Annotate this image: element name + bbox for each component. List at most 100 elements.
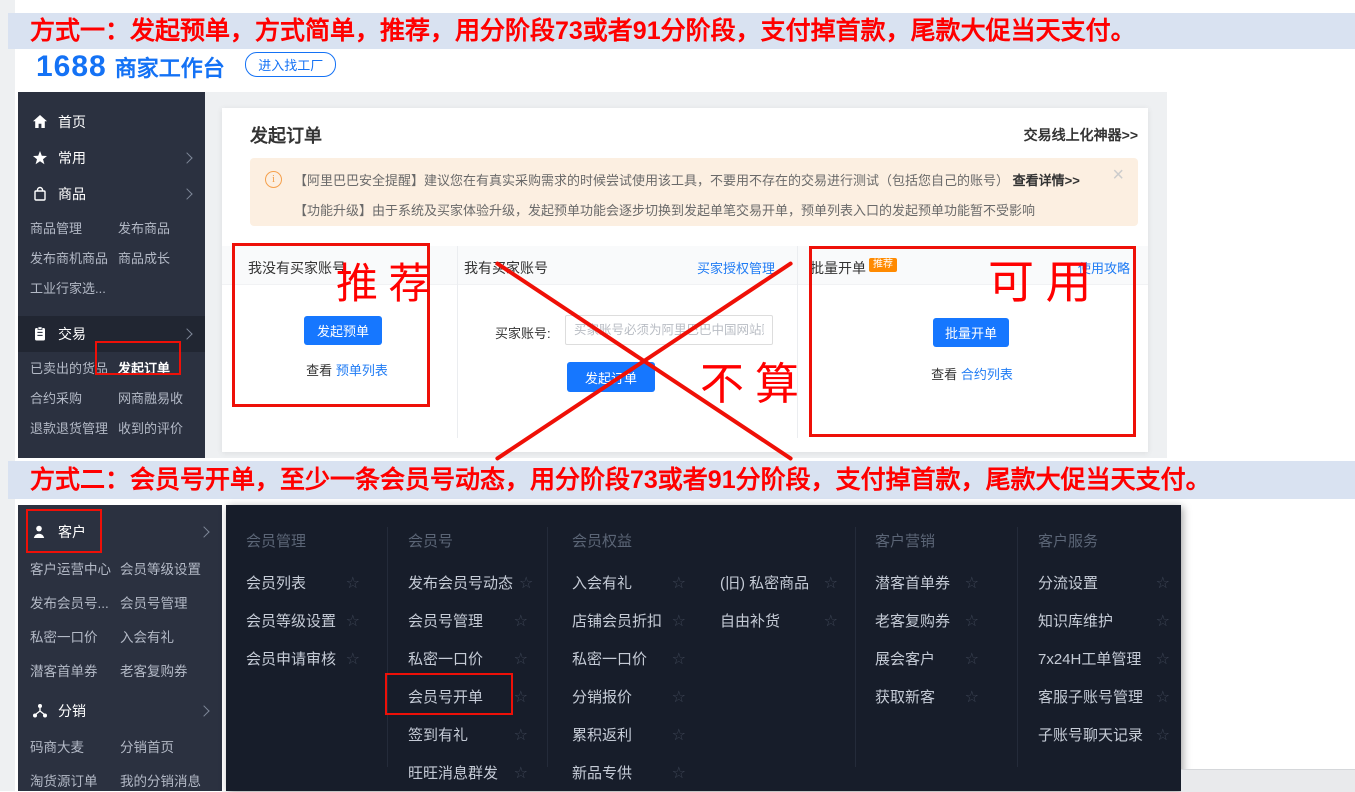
buyer-auth-manage-link[interactable]: 买家授权管理 <box>697 258 775 277</box>
mega-menu-item[interactable]: 会员等级设置☆ <box>246 603 360 641</box>
favorite-star-icon[interactable]: ☆ <box>514 679 528 717</box>
buyer-account-input[interactable] <box>565 315 773 345</box>
favorite-star-icon[interactable]: ☆ <box>672 755 686 791</box>
sidebar-link[interactable]: 商品管理 <box>30 218 118 237</box>
sidebar-item-goods[interactable]: 商品 <box>18 176 205 212</box>
usage-guide-link[interactable]: 使用攻略 <box>1078 258 1130 277</box>
favorite-star-icon[interactable]: ☆ <box>965 603 979 641</box>
favorite-star-icon[interactable]: ☆ <box>672 641 686 679</box>
mega-menu-item[interactable]: 累积返利☆ <box>572 717 686 755</box>
mega-menu-item[interactable]: 分销报价☆ <box>572 679 686 717</box>
sidebar-row: 码商大麦分销首页 <box>18 729 222 763</box>
mega-menu-item[interactable]: 发布会员号动态☆ <box>408 565 528 603</box>
sidebar-link-create-order[interactable]: 发起订单 <box>118 358 170 377</box>
favorite-star-icon[interactable]: ☆ <box>1156 641 1170 679</box>
mega-menu-item[interactable]: 会员申请审核☆ <box>246 641 360 679</box>
trade-online-tool-link[interactable]: 交易线上化神器>> <box>1024 125 1138 145</box>
create-preorder-button[interactable]: 发起预单 <box>304 316 382 345</box>
favorite-star-icon[interactable]: ☆ <box>965 565 979 603</box>
favorite-star-icon[interactable]: ☆ <box>346 641 360 679</box>
favorite-star-icon[interactable]: ☆ <box>1156 679 1170 717</box>
security-notice: i 【阿里巴巴安全提醒】建议您在有真实采购需求的时候尝试使用该工具，不要用不存在… <box>250 158 1138 226</box>
mega-menu-item[interactable]: 旺旺消息群发☆ <box>408 755 528 791</box>
mega-menu-item[interactable]: 潜客首单券☆ <box>875 565 979 603</box>
sidebar-row: 客户运营中心会员等级设置 <box>18 551 222 585</box>
favorite-star-icon[interactable]: ☆ <box>514 641 528 679</box>
sidebar-link[interactable]: 会员等级设置 <box>120 558 201 578</box>
mega-menu-item[interactable]: 子账号聊天记录☆ <box>1038 717 1170 755</box>
sidebar-link[interactable]: 入会有礼 <box>120 626 174 646</box>
sidebar-link[interactable]: 会员号管理 <box>120 592 188 612</box>
mega-menu-item[interactable]: 分流设置☆ <box>1038 565 1170 603</box>
enter-factory-link[interactable]: 进入找工厂 <box>245 52 336 77</box>
favorite-star-icon[interactable]: ☆ <box>514 603 528 641</box>
mega-menu-item[interactable]: 会员号管理☆ <box>408 603 528 641</box>
sidebar-link[interactable]: 客户运营中心 <box>30 558 120 578</box>
favorite-star-icon[interactable]: ☆ <box>824 603 838 641</box>
mega-menu-item-member-open-order[interactable]: 会员号开单☆ <box>408 679 528 717</box>
favorite-star-icon[interactable]: ☆ <box>1156 603 1170 641</box>
sidebar-item-distribution[interactable]: 分销 <box>18 693 222 729</box>
mega-menu-item[interactable]: 7x24H工单管理☆ <box>1038 641 1170 679</box>
sidebar-link[interactable]: 商品成长 <box>118 248 170 267</box>
favorite-star-icon[interactable]: ☆ <box>672 565 686 603</box>
favorite-star-icon[interactable]: ☆ <box>346 603 360 641</box>
column-divider <box>457 246 458 438</box>
favorite-star-icon[interactable]: ☆ <box>965 641 979 679</box>
preorder-list-link[interactable]: 预单列表 <box>336 363 388 378</box>
sidebar-item-home[interactable]: 首页 <box>18 104 205 140</box>
mega-menu-item[interactable]: 签到有礼☆ <box>408 717 528 755</box>
sidebar-link[interactable]: 发布商机商品 <box>30 248 118 267</box>
sidebar-link[interactable]: 工业行家选... <box>30 278 118 297</box>
mega-menu-item[interactable]: 会员列表☆ <box>246 565 360 603</box>
favorite-star-icon[interactable]: ☆ <box>672 679 686 717</box>
sidebar-link[interactable]: 发布商品 <box>118 218 170 237</box>
sidebar-link[interactable]: 分销首页 <box>120 736 174 756</box>
favorite-star-icon[interactable]: ☆ <box>672 603 686 641</box>
sidebar-link[interactable]: 私密一口价 <box>30 626 120 646</box>
mega-menu-item[interactable]: 老客复购券☆ <box>875 603 979 641</box>
sidebar-row: 私密一口价入会有礼 <box>18 619 222 653</box>
sidebar-link[interactable]: 淘货源订单 <box>30 770 120 790</box>
sidebar-item-frequent[interactable]: 常用 <box>18 140 205 176</box>
sidebar-link[interactable]: 退款退货管理 <box>30 418 118 437</box>
mega-menu-item[interactable]: 入会有礼☆ <box>572 565 686 603</box>
sidebar-item-customer[interactable]: 客户 <box>18 513 222 551</box>
create-order-button[interactable]: 发起订单 <box>567 362 655 392</box>
batch-order-button[interactable]: 批量开单 <box>933 318 1009 347</box>
sidebar-link[interactable]: 我的分销消息 <box>120 770 201 790</box>
mega-menu-item[interactable]: 获取新客☆ <box>875 679 979 717</box>
mega-menu-item[interactable]: 新品专供☆ <box>572 755 686 791</box>
favorite-star-icon[interactable]: ☆ <box>514 717 528 755</box>
favorite-star-icon[interactable]: ☆ <box>965 679 979 717</box>
sidebar-link[interactable]: 潜客首单券 <box>30 660 120 680</box>
favorite-star-icon[interactable]: ☆ <box>1156 565 1170 603</box>
sidebar-link[interactable]: 发布会员号... <box>30 592 120 612</box>
view-details-link[interactable]: 查看详情>> <box>1013 173 1080 188</box>
sidebar-link[interactable]: 网商融易收 <box>118 388 183 407</box>
mega-menu-item[interactable]: 店铺会员折扣☆ <box>572 603 686 641</box>
mega-menu-item[interactable]: 自由补货☆ <box>720 603 838 641</box>
mega-menu-item[interactable]: (旧) 私密商品☆ <box>720 565 838 603</box>
favorite-star-icon[interactable]: ☆ <box>1156 717 1170 755</box>
mega-menu-item[interactable]: 展会客户☆ <box>875 641 979 679</box>
mega-menu-item[interactable]: 知识库维护☆ <box>1038 603 1170 641</box>
favorite-star-icon[interactable]: ☆ <box>672 717 686 755</box>
mega-menu-item[interactable]: 私密一口价☆ <box>408 641 528 679</box>
sidebar-link[interactable]: 收到的评价 <box>118 418 183 437</box>
sidebar-link[interactable]: 老客复购券 <box>120 660 188 680</box>
close-icon[interactable]: × <box>1112 164 1124 187</box>
sidebar-item-trade[interactable]: 交易 <box>18 316 205 352</box>
sidebar-link[interactable]: 合约采购 <box>30 388 118 407</box>
favorite-star-icon[interactable]: ☆ <box>346 565 360 603</box>
sidebar-link[interactable]: 码商大麦 <box>30 736 120 756</box>
mega-column-member-benefits-2: (旧) 私密商品☆ 自由补货☆ <box>720 527 838 641</box>
mega-menu-item[interactable]: 客服子账号管理☆ <box>1038 679 1170 717</box>
sidebar-link[interactable]: 已卖出的货品 <box>30 358 118 377</box>
mega-menu-item[interactable]: 私密一口价☆ <box>572 641 686 679</box>
favorite-star-icon[interactable]: ☆ <box>514 755 528 791</box>
favorite-star-icon[interactable]: ☆ <box>519 565 533 603</box>
chevron-right-icon <box>181 152 192 163</box>
contract-list-link[interactable]: 合约列表 <box>961 367 1013 382</box>
favorite-star-icon[interactable]: ☆ <box>824 565 838 603</box>
